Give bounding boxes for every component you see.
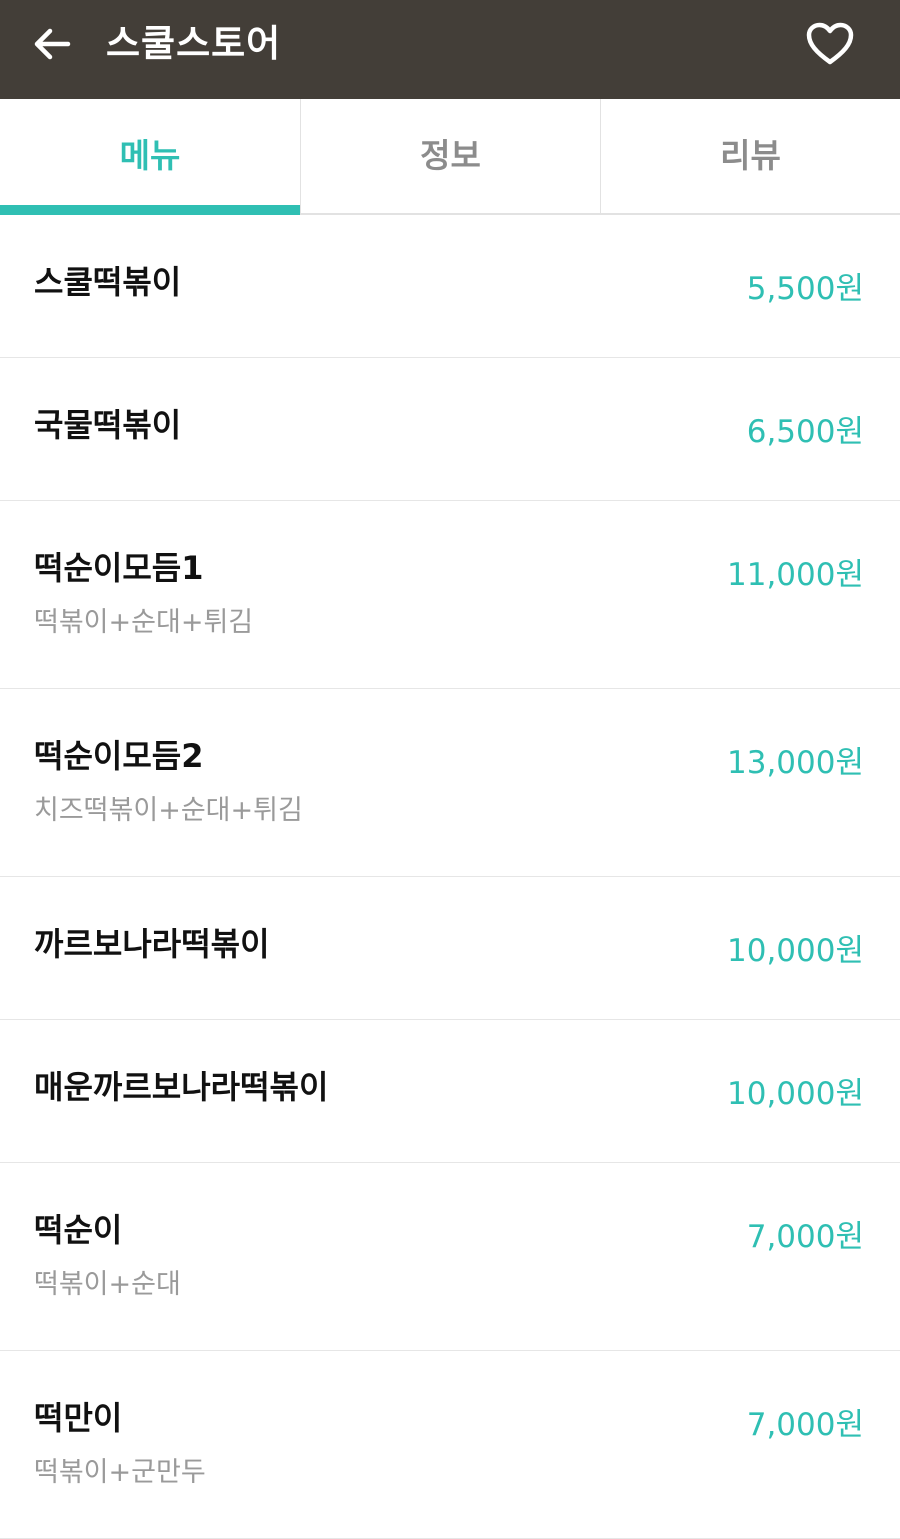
- menu-item-name: 떡만이: [34, 1399, 123, 1437]
- menu-item[interactable]: 떡순이 떡볶이+순대 7,000원: [0, 1163, 900, 1351]
- menu-item-description: 치즈떡볶이+순대+튀김: [34, 795, 303, 826]
- menu-item-price: 10,000원: [727, 1076, 864, 1112]
- menu-list: 스쿨떡볶이 5,500원 국물떡볶이 6,500원 떡순이모듬1 떡볶이+순대+…: [0, 215, 900, 1539]
- menu-item-price: 13,000원: [727, 745, 864, 781]
- tab-bar: 메뉴 정보 리뷰: [0, 99, 900, 215]
- tab-reviews[interactable]: 리뷰: [600, 99, 900, 213]
- menu-item-name: 까르보나라떡볶이: [34, 925, 270, 963]
- menu-item-price: 11,000원: [727, 557, 864, 593]
- menu-item-name: 스쿨떡볶이: [34, 263, 182, 301]
- tab-label: 메뉴: [119, 136, 181, 175]
- tab-info[interactable]: 정보: [300, 99, 600, 213]
- arrow-left-icon: [34, 28, 71, 60]
- menu-item-price: 5,500원: [746, 271, 864, 307]
- menu-item-price: 6,500원: [746, 414, 864, 450]
- menu-item-name: 매운까르보나라떡볶이: [34, 1068, 329, 1106]
- menu-item-name: 떡순이모듬2: [34, 737, 204, 775]
- favorite-button[interactable]: [800, 14, 860, 74]
- menu-item[interactable]: 떡만이 떡볶이+군만두 7,000원: [0, 1351, 900, 1539]
- menu-item-description: 떡볶이+순대+튀김: [34, 607, 254, 638]
- menu-item-price: 7,000원: [746, 1407, 864, 1443]
- menu-item-description: 떡볶이+군만두: [34, 1457, 206, 1488]
- menu-item-name: 국물떡볶이: [34, 406, 182, 444]
- menu-item-name: 떡순이모듬1: [34, 549, 204, 587]
- menu-item-price: 10,000원: [727, 933, 864, 969]
- menu-item-name: 떡순이: [34, 1211, 123, 1249]
- app-header: 스쿨스토어: [0, 0, 900, 99]
- heart-outline-icon: [806, 22, 854, 65]
- menu-item-price: 7,000원: [746, 1219, 864, 1255]
- menu-item[interactable]: 까르보나라떡볶이 10,000원: [0, 877, 900, 1020]
- menu-item[interactable]: 떡순이모듬1 떡볶이+순대+튀김 11,000원: [0, 501, 900, 689]
- menu-item[interactable]: 매운까르보나라떡볶이 10,000원: [0, 1020, 900, 1163]
- active-tab-indicator: [0, 205, 300, 215]
- tab-menu[interactable]: 메뉴: [0, 99, 300, 215]
- tab-label: 정보: [420, 136, 481, 175]
- menu-item[interactable]: 스쿨떡볶이 5,500원: [0, 215, 900, 358]
- store-title: 스쿨스토어: [106, 22, 282, 65]
- tab-label: 리뷰: [720, 136, 781, 175]
- menu-item[interactable]: 국물떡볶이 6,500원: [0, 358, 900, 501]
- menu-item[interactable]: 떡순이모듬2 치즈떡볶이+순대+튀김 13,000원: [0, 689, 900, 877]
- back-button[interactable]: [22, 14, 82, 74]
- menu-item-description: 떡볶이+순대: [34, 1269, 181, 1300]
